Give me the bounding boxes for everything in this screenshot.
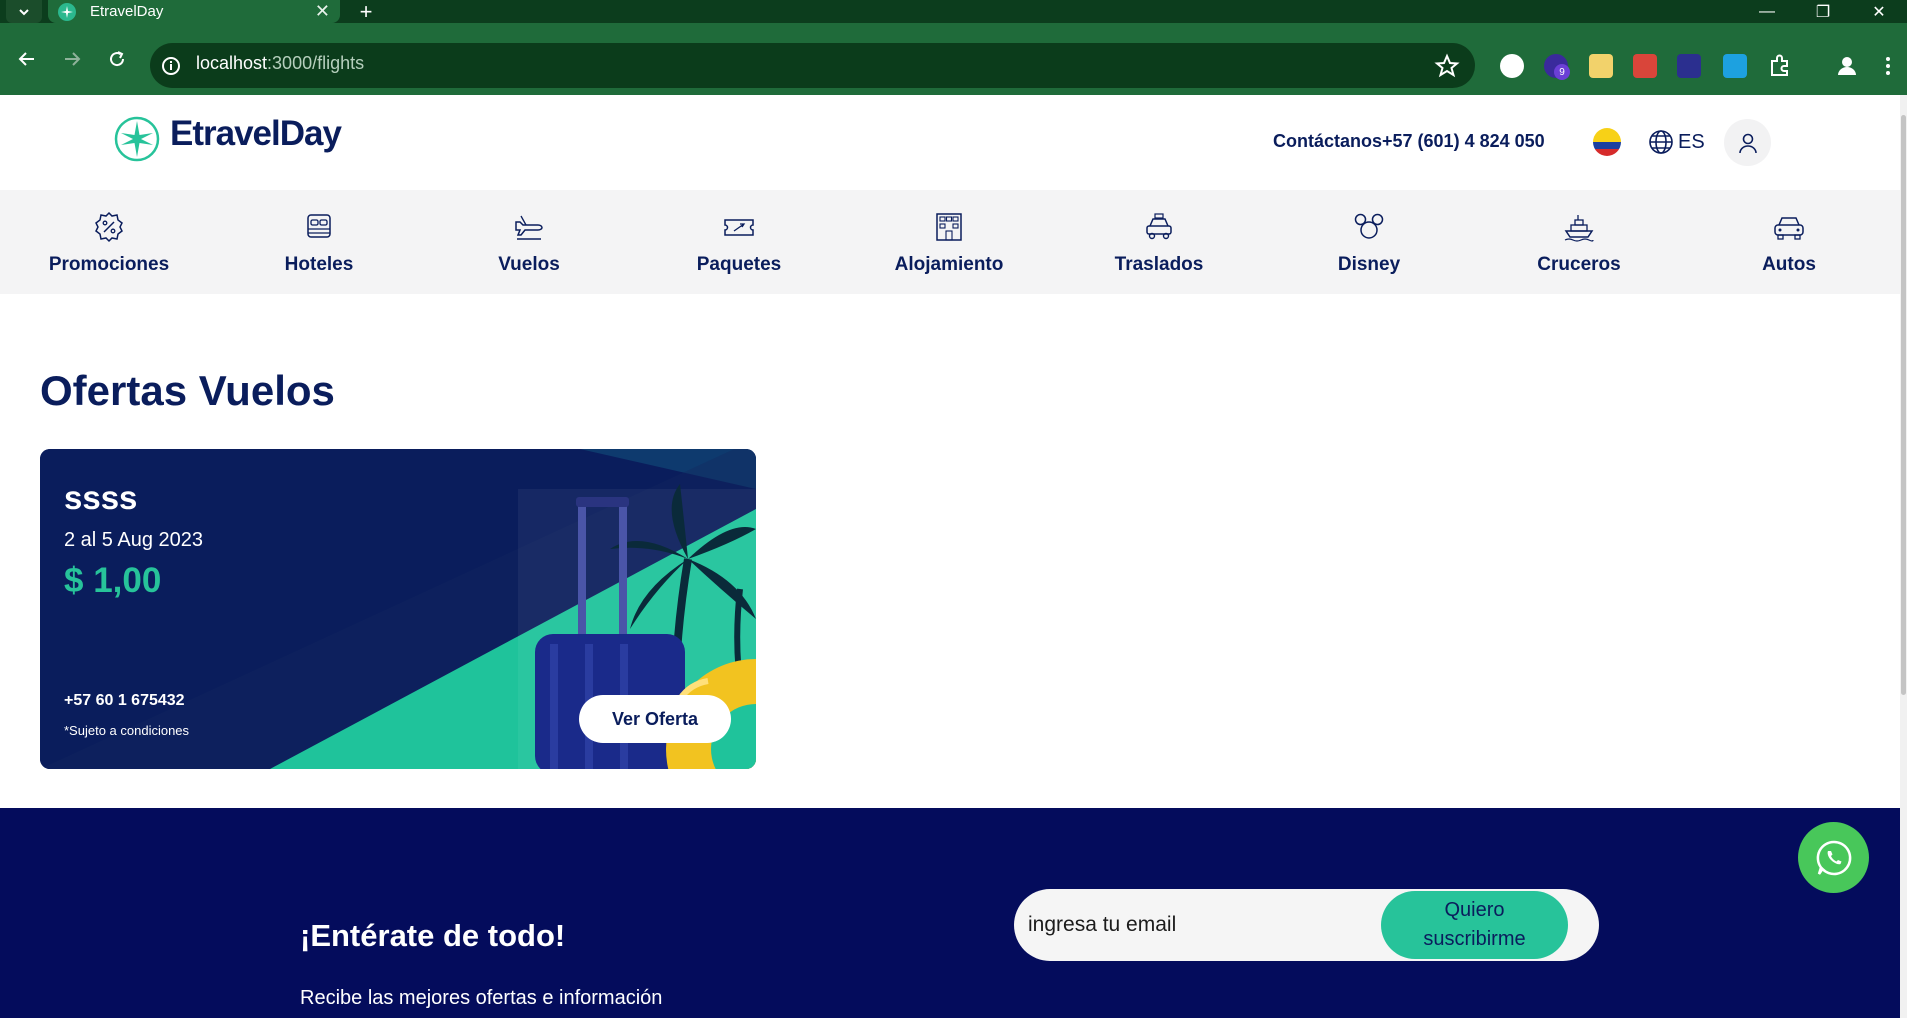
puzzle-extensions-icon[interactable] (1767, 53, 1793, 79)
nav-label: Promociones (48, 254, 170, 275)
offer-phone: +57 60 1 675432 (64, 692, 185, 709)
nav-label: Disney (1337, 254, 1401, 275)
logo-star-icon[interactable] (114, 116, 160, 162)
contact-phone[interactable]: Contáctanos+57 (601) 4 824 050 (1273, 131, 1545, 152)
close-window-button[interactable]: ✕ (1851, 0, 1907, 23)
nav-item-hoteles[interactable]: Hoteles (214, 210, 424, 276)
nav-label: Cruceros (1537, 254, 1621, 275)
minimize-button[interactable]: — (1739, 0, 1795, 23)
tab-close-icon[interactable]: ✕ (315, 1, 330, 22)
nav-label: Alojamiento (894, 254, 1004, 275)
car-icon (1774, 217, 1804, 240)
profile-icon[interactable] (1834, 53, 1860, 79)
nav-item-traslados[interactable]: Traslados (1054, 210, 1264, 276)
globe-icon (1649, 130, 1673, 154)
browser-tab-strip: EtravelDay ✕ + — ❐ ✕ (0, 0, 1907, 24)
subscribe-button-line1: Quiero (1444, 899, 1505, 921)
extension-icon[interactable] (1633, 54, 1657, 78)
percent-badge-icon (95, 211, 123, 243)
browser-tab-active[interactable]: EtravelDay ✕ (48, 0, 340, 23)
user-icon (1738, 133, 1757, 153)
extension-icon[interactable] (1500, 54, 1524, 78)
building-icon (936, 213, 962, 241)
tab-search-button[interactable] (6, 0, 42, 23)
extension-icon[interactable] (1723, 54, 1747, 78)
offer-card[interactable]: ssss 2 al 5 Aug 2023 $ 1,00 +57 60 1 675… (40, 449, 756, 769)
nav-item-paquetes[interactable]: Paquetes (634, 210, 844, 276)
offer-price: $ 1,00 (64, 561, 162, 600)
nav-item-vuelos[interactable]: Vuelos (424, 210, 634, 276)
nav-label: Vuelos (498, 254, 560, 275)
nav-label: Hoteles (284, 254, 354, 275)
reload-icon (110, 51, 125, 67)
logo-text[interactable]: EtravelDay (170, 114, 342, 154)
extension-badge: 9 (1554, 64, 1570, 80)
whatsapp-button[interactable] (1798, 822, 1869, 893)
email-input[interactable] (1028, 907, 1368, 943)
arrow-left-icon (18, 52, 34, 66)
tab-title: EtravelDay (90, 3, 164, 20)
subscribe-button-line2: suscribirme (1423, 928, 1526, 950)
category-nav: Promociones Hoteles Vuelos Paquetes Aloj… (0, 190, 1900, 294)
address-url[interactable]: localhost:3000/flights (196, 53, 364, 74)
car-transfer-icon (1146, 213, 1172, 240)
new-tab-button[interactable]: + (354, 0, 378, 24)
nav-item-promociones[interactable]: Promociones (4, 210, 214, 276)
window-controls: — ❐ ✕ (1739, 0, 1907, 23)
mickey-icon (1354, 213, 1384, 239)
nav-item-disney[interactable]: Disney (1264, 210, 1474, 276)
nav-label: Paquetes (696, 254, 782, 275)
nav-label: Traslados (1114, 254, 1204, 275)
browser-menu-icon[interactable] (1880, 53, 1896, 79)
forward-button[interactable] (54, 41, 90, 77)
back-button[interactable] (9, 41, 45, 77)
newsletter-subtext: Recibe las mejores ofertas e información (300, 987, 663, 1009)
colombia-flag-icon[interactable] (1593, 128, 1621, 156)
extension-icon[interactable] (1677, 54, 1701, 78)
offer-dates: 2 al 5 Aug 2023 (64, 529, 204, 551)
nav-item-cruceros[interactable]: Cruceros (1474, 210, 1684, 276)
reload-button[interactable] (99, 41, 135, 77)
view-offer-button[interactable]: Ver Oferta (579, 695, 731, 743)
nav-label: Autos (1762, 254, 1816, 275)
ship-icon (1564, 215, 1594, 242)
language-code: ES (1678, 130, 1705, 153)
offer-title: ssss (64, 479, 138, 516)
user-account-button[interactable] (1724, 119, 1771, 166)
bookmark-star-icon[interactable] (1434, 53, 1460, 79)
extension-icon[interactable] (1589, 54, 1613, 78)
offer-terms: *Sujeto a condiciones (64, 723, 190, 738)
site-favicon-icon (58, 2, 76, 21)
ticket-icon (724, 219, 754, 236)
scrollbar-thumb[interactable] (1901, 115, 1906, 695)
newsletter-form: Quiero suscribirme (1014, 889, 1599, 961)
arrow-right-icon (65, 52, 81, 66)
subscribe-button[interactable]: Quiero suscribirme (1381, 891, 1568, 959)
plane-icon (515, 215, 543, 240)
nav-item-alojamiento[interactable]: Alojamiento (844, 210, 1054, 276)
url-path: :3000/flights (267, 53, 365, 73)
language-selector[interactable]: ES (1648, 129, 1705, 155)
restore-button[interactable]: ❐ (1795, 0, 1851, 23)
site-info-icon[interactable] (160, 55, 182, 77)
nav-item-autos[interactable]: Autos (1684, 210, 1894, 276)
bed-icon (307, 214, 331, 238)
url-host: localhost (196, 53, 268, 73)
page-title: Ofertas Vuelos (40, 367, 335, 414)
newsletter-section (0, 808, 1900, 1018)
chevron-down-icon (19, 8, 29, 15)
extension-icon[interactable]: 9 (1544, 54, 1570, 80)
whatsapp-icon (1816, 840, 1851, 875)
newsletter-heading: ¡Entérate de todo! (300, 918, 566, 953)
